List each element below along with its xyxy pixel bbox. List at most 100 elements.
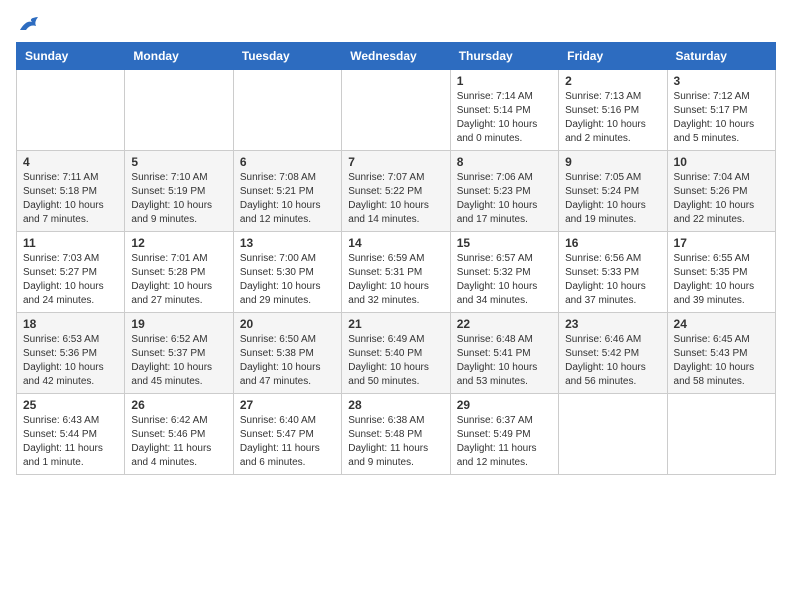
calendar-cell: 26 Sunrise: 6:42 AM Sunset: 5:46 PM Dayli… [125, 394, 233, 475]
calendar-cell: 29 Sunrise: 6:37 AM Sunset: 5:49 PM Dayli… [450, 394, 558, 475]
day-info: Sunrise: 7:08 AM Sunset: 5:21 PM Dayligh… [240, 171, 335, 227]
day-info: Sunrise: 6:56 AM Sunset: 5:33 PM Dayligh… [565, 252, 660, 308]
day-number: 23 [565, 317, 660, 331]
calendar-cell: 7 Sunrise: 7:07 AM Sunset: 5:22 PM Daylig… [342, 151, 450, 232]
calendar-cell [559, 394, 667, 475]
calendar-cell [125, 70, 233, 151]
calendar-cell: 1 Sunrise: 7:14 AM Sunset: 5:14 PM Daylig… [450, 70, 558, 151]
day-info: Sunrise: 6:37 AM Sunset: 5:49 PM Dayligh… [457, 414, 552, 470]
day-number: 6 [240, 155, 335, 169]
day-number: 12 [131, 236, 226, 250]
calendar-cell: 10 Sunrise: 7:04 AM Sunset: 5:26 PM Dayli… [667, 151, 775, 232]
day-info: Sunrise: 6:43 AM Sunset: 5:44 PM Dayligh… [23, 414, 118, 470]
day-info: Sunrise: 7:12 AM Sunset: 5:17 PM Dayligh… [674, 90, 769, 146]
calendar-cell: 8Sunrise: 7:06 AM Sunset: 5:23 PM Daylig… [450, 151, 558, 232]
day-number: 15 [457, 236, 552, 250]
day-number: 17 [674, 236, 769, 250]
calendar-cell: 12 Sunrise: 7:01 AM Sunset: 5:28 PM Dayli… [125, 232, 233, 313]
day-number: 14 [348, 236, 443, 250]
day-number: 24 [674, 317, 769, 331]
day-number: 22 [457, 317, 552, 331]
day-info: Sunrise: 6:46 AM Sunset: 5:42 PM Dayligh… [565, 333, 660, 389]
logo [16, 16, 42, 30]
calendar-cell: 11 Sunrise: 7:03 AM Sunset: 5:27 PM Dayli… [17, 232, 125, 313]
day-number: 20 [240, 317, 335, 331]
day-info: Sunrise: 7:04 AM Sunset: 5:26 PM Dayligh… [674, 171, 769, 227]
day-info: Sunrise: 6:48 AM Sunset: 5:41 PM Dayligh… [457, 333, 552, 389]
calendar-cell: 17Sunrise: 6:55 AM Sunset: 5:35 PM Dayli… [667, 232, 775, 313]
day-number: 4 [23, 155, 118, 169]
day-number: 13 [240, 236, 335, 250]
day-info: Sunrise: 6:49 AM Sunset: 5:40 PM Dayligh… [348, 333, 443, 389]
calendar-week-row: 1 Sunrise: 7:14 AM Sunset: 5:14 PM Daylig… [17, 70, 776, 151]
day-info: Sunrise: 6:40 AM Sunset: 5:47 PM Dayligh… [240, 414, 335, 470]
calendar-cell: 27 Sunrise: 6:40 AM Sunset: 5:47 PM Dayli… [233, 394, 341, 475]
day-number: 21 [348, 317, 443, 331]
day-info: Sunrise: 7:00 AM Sunset: 5:30 PM Dayligh… [240, 252, 335, 308]
day-number: 18 [23, 317, 118, 331]
day-info: Sunrise: 6:59 AM Sunset: 5:31 PM Dayligh… [348, 252, 443, 308]
day-number: 8 [457, 155, 552, 169]
day-info: Sunrise: 7:14 AM Sunset: 5:14 PM Dayligh… [457, 90, 552, 146]
calendar-cell: 21 Sunrise: 6:49 AM Sunset: 5:40 PM Dayli… [342, 313, 450, 394]
weekday-header: Tuesday [233, 43, 341, 70]
day-info: Sunrise: 6:50 AM Sunset: 5:38 PM Dayligh… [240, 333, 335, 389]
day-number: 29 [457, 398, 552, 412]
day-number: 26 [131, 398, 226, 412]
day-info: Sunrise: 6:38 AM Sunset: 5:48 PM Dayligh… [348, 414, 443, 470]
calendar-cell: 6 Sunrise: 7:08 AM Sunset: 5:21 PM Daylig… [233, 151, 341, 232]
calendar-cell: 24 Sunrise: 6:45 AM Sunset: 5:43 PM Dayli… [667, 313, 775, 394]
day-number: 19 [131, 317, 226, 331]
day-number: 28 [348, 398, 443, 412]
calendar-cell: 22 Sunrise: 6:48 AM Sunset: 5:41 PM Dayli… [450, 313, 558, 394]
day-info: Sunrise: 6:42 AM Sunset: 5:46 PM Dayligh… [131, 414, 226, 470]
calendar-cell: 14 Sunrise: 6:59 AM Sunset: 5:31 PM Dayli… [342, 232, 450, 313]
calendar-cell: 13 Sunrise: 7:00 AM Sunset: 5:30 PM Dayli… [233, 232, 341, 313]
day-number: 25 [23, 398, 118, 412]
weekday-header: Friday [559, 43, 667, 70]
calendar-cell: 20 Sunrise: 6:50 AM Sunset: 5:38 PM Dayli… [233, 313, 341, 394]
calendar-cell: 25 Sunrise: 6:43 AM Sunset: 5:44 PM Dayli… [17, 394, 125, 475]
day-info: Sunrise: 7:11 AM Sunset: 5:18 PM Dayligh… [23, 171, 118, 227]
day-number: 16 [565, 236, 660, 250]
calendar-table: SundayMondayTuesdayWednesdayThursdayFrid… [16, 42, 776, 475]
calendar-cell: 9 Sunrise: 7:05 AM Sunset: 5:24 PM Daylig… [559, 151, 667, 232]
day-info: Sunrise: 7:01 AM Sunset: 5:28 PM Dayligh… [131, 252, 226, 308]
day-number: 2 [565, 74, 660, 88]
day-number: 11 [23, 236, 118, 250]
day-info: Sunrise: 6:53 AM Sunset: 5:36 PM Dayligh… [23, 333, 118, 389]
calendar-week-row: 25 Sunrise: 6:43 AM Sunset: 5:44 PM Dayli… [17, 394, 776, 475]
day-info: Sunrise: 6:57 AM Sunset: 5:32 PM Dayligh… [457, 252, 552, 308]
day-info: Sunrise: 6:52 AM Sunset: 5:37 PM Dayligh… [131, 333, 226, 389]
calendar-cell: 23 Sunrise: 6:46 AM Sunset: 5:42 PM Dayli… [559, 313, 667, 394]
day-info: Sunrise: 7:03 AM Sunset: 5:27 PM Dayligh… [23, 252, 118, 308]
day-info: Sunrise: 7:07 AM Sunset: 5:22 PM Dayligh… [348, 171, 443, 227]
weekday-header: Wednesday [342, 43, 450, 70]
weekday-header: Monday [125, 43, 233, 70]
calendar-header-row: SundayMondayTuesdayWednesdayThursdayFrid… [17, 43, 776, 70]
calendar-cell: 5 Sunrise: 7:10 AM Sunset: 5:19 PM Daylig… [125, 151, 233, 232]
day-number: 1 [457, 74, 552, 88]
day-number: 9 [565, 155, 660, 169]
calendar-cell: 15 Sunrise: 6:57 AM Sunset: 5:32 PM Dayli… [450, 232, 558, 313]
calendar-week-row: 4 Sunrise: 7:11 AM Sunset: 5:18 PM Daylig… [17, 151, 776, 232]
calendar-cell [233, 70, 341, 151]
calendar-cell: 16 Sunrise: 6:56 AM Sunset: 5:33 PM Dayli… [559, 232, 667, 313]
day-info: Sunrise: 7:05 AM Sunset: 5:24 PM Dayligh… [565, 171, 660, 227]
day-number: 3 [674, 74, 769, 88]
day-info: Sunrise: 6:45 AM Sunset: 5:43 PM Dayligh… [674, 333, 769, 389]
day-number: 5 [131, 155, 226, 169]
day-info: Sunrise: 7:13 AM Sunset: 5:16 PM Dayligh… [565, 90, 660, 146]
calendar-cell: 19 Sunrise: 6:52 AM Sunset: 5:37 PM Dayli… [125, 313, 233, 394]
page-header [16, 16, 776, 30]
day-number: 10 [674, 155, 769, 169]
calendar-cell: 28 Sunrise: 6:38 AM Sunset: 5:48 PM Dayli… [342, 394, 450, 475]
calendar-week-row: 18 Sunrise: 6:53 AM Sunset: 5:36 PM Dayli… [17, 313, 776, 394]
weekday-header: Saturday [667, 43, 775, 70]
calendar-cell [17, 70, 125, 151]
calendar-cell [342, 70, 450, 151]
day-number: 27 [240, 398, 335, 412]
day-number: 7 [348, 155, 443, 169]
day-info: Sunrise: 7:10 AM Sunset: 5:19 PM Dayligh… [131, 171, 226, 227]
calendar-cell: 2 Sunrise: 7:13 AM Sunset: 5:16 PM Daylig… [559, 70, 667, 151]
